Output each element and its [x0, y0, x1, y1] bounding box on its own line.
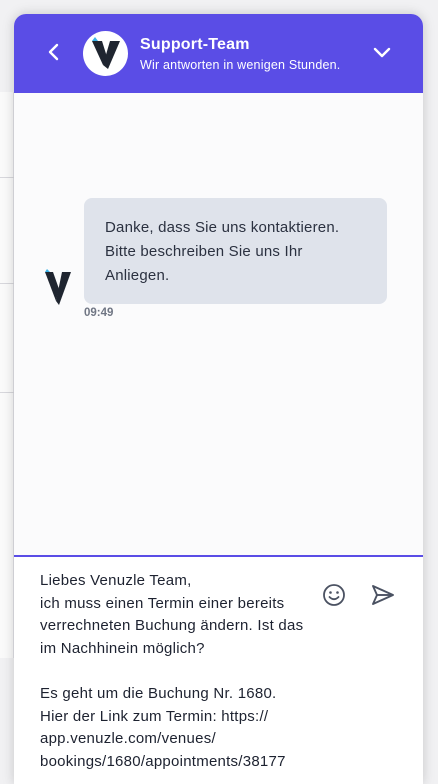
message-bubble: Danke, dass Sie uns kontaktieren. Bitte … — [84, 198, 387, 304]
venuzle-logo-icon — [92, 37, 120, 69]
chat-widget: Support-Team Wir antworten in wenigen St… — [14, 14, 423, 784]
background-divider — [0, 177, 14, 178]
chevron-left-icon — [48, 43, 59, 61]
message-list[interactable]: Danke, dass Sie uns kontaktieren. Bitte … — [14, 93, 423, 619]
chevron-down-icon — [373, 47, 391, 58]
chat-header: Support-Team Wir antworten in wenigen St… — [14, 14, 423, 93]
message-input[interactable]: Liebes Venuzle Team, ich muss einen Term… — [40, 570, 310, 784]
send-icon — [372, 585, 394, 605]
team-avatar — [83, 31, 128, 76]
background-divider — [0, 283, 14, 284]
emoji-button[interactable] — [321, 582, 347, 608]
back-button[interactable] — [40, 38, 68, 66]
chat-title: Support-Team — [140, 36, 250, 53]
message-composer: Liebes Venuzle Team, ich muss einen Term… — [14, 555, 423, 784]
collapse-button[interactable] — [368, 38, 396, 66]
message-timestamp: 09:49 — [84, 307, 114, 319]
smiley-icon — [323, 584, 345, 606]
venuzle-logo-icon — [45, 269, 71, 305]
message-text: Danke, dass Sie uns kontaktieren. Bitte … — [105, 219, 340, 284]
chat-subtitle: Wir antworten in wenigen Stunden. — [140, 58, 341, 72]
background-divider — [0, 392, 14, 393]
agent-avatar — [42, 269, 76, 305]
send-button[interactable] — [369, 581, 397, 609]
